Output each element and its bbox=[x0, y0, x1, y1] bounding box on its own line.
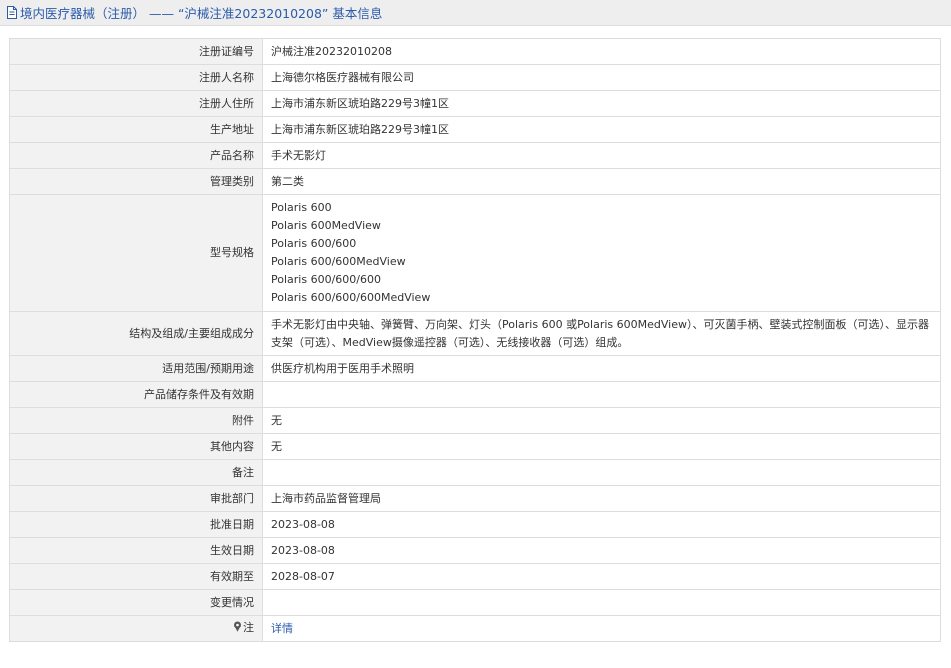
row-label: 型号规格 bbox=[9, 194, 263, 312]
table-row: 生效日期 2023-08-08 bbox=[9, 537, 941, 564]
table-row: 产品储存条件及有效期 bbox=[9, 381, 941, 408]
table-row: 注册证编号 沪械注准20232010208 bbox=[9, 38, 941, 65]
row-value: 2023-08-08 bbox=[262, 537, 941, 564]
row-value: 详情 bbox=[262, 615, 941, 642]
note-label: 注 bbox=[9, 615, 263, 642]
row-label: 注册人住所 bbox=[9, 90, 263, 117]
row-label: 管理类别 bbox=[9, 168, 263, 195]
row-value: 上海市浦东新区琥珀路229号3幢1区 bbox=[262, 90, 941, 117]
row-label: 附件 bbox=[9, 407, 263, 434]
row-value: 第二类 bbox=[262, 168, 941, 195]
model-item: Polaris 600MedView bbox=[271, 219, 381, 232]
page-title-bar: 境内医疗器械（注册） —— “沪械注准20232010208” 基本信息 bbox=[0, 0, 951, 26]
model-item: Polaris 600/600/600 bbox=[271, 273, 381, 286]
note-label-text: 注 bbox=[243, 621, 254, 634]
table-row: 附件 无 bbox=[9, 407, 941, 434]
row-value: 手术无影灯由中央轴、弹簧臂、万向架、灯头（Polaris 600 或Polari… bbox=[262, 311, 941, 356]
row-label: 批准日期 bbox=[9, 511, 263, 538]
row-value: 无 bbox=[262, 433, 941, 460]
pin-icon bbox=[233, 620, 242, 638]
row-value: 上海市药品监督管理局 bbox=[262, 485, 941, 512]
model-list: Polaris 600 Polaris 600MedView Polaris 6… bbox=[262, 194, 941, 312]
row-value bbox=[262, 459, 941, 486]
row-value: 上海市浦东新区琥珀路229号3幢1区 bbox=[262, 116, 941, 143]
row-label: 生产地址 bbox=[9, 116, 263, 143]
info-table: 注册证编号 沪械注准20232010208 注册人名称 上海德尔格医疗器械有限公… bbox=[9, 38, 941, 642]
table-row: 批准日期 2023-08-08 bbox=[9, 511, 941, 538]
table-row: 适用范围/预期用途 供医疗机构用于医用手术照明 bbox=[9, 355, 941, 382]
row-value: 2028-08-07 bbox=[262, 563, 941, 590]
row-label: 结构及组成/主要组成成分 bbox=[9, 311, 263, 356]
table-row: 型号规格 Polaris 600 Polaris 600MedView Pola… bbox=[9, 194, 941, 312]
table-row: 生产地址 上海市浦东新区琥珀路229号3幢1区 bbox=[9, 116, 941, 143]
row-value: 无 bbox=[262, 407, 941, 434]
details-link[interactable]: 详情 bbox=[271, 622, 293, 635]
table-row: 其他内容 无 bbox=[9, 433, 941, 460]
row-label: 产品名称 bbox=[9, 142, 263, 169]
row-label: 变更情况 bbox=[9, 589, 263, 616]
model-item: Polaris 600 bbox=[271, 201, 332, 214]
table-row: 变更情况 bbox=[9, 589, 941, 616]
row-value bbox=[262, 589, 941, 616]
row-label: 审批部门 bbox=[9, 485, 263, 512]
table-row: 结构及组成/主要组成成分 手术无影灯由中央轴、弹簧臂、万向架、灯头（Polari… bbox=[9, 311, 941, 356]
table-row: 备注 bbox=[9, 459, 941, 486]
row-label: 产品储存条件及有效期 bbox=[9, 381, 263, 408]
row-value: 手术无影灯 bbox=[262, 142, 941, 169]
document-icon bbox=[6, 6, 18, 19]
table-row: 产品名称 手术无影灯 bbox=[9, 142, 941, 169]
row-label: 生效日期 bbox=[9, 537, 263, 564]
table-row: 注册人住所 上海市浦东新区琥珀路229号3幢1区 bbox=[9, 90, 941, 117]
row-value bbox=[262, 381, 941, 408]
table-row: 有效期至 2028-08-07 bbox=[9, 563, 941, 590]
row-label: 注册人名称 bbox=[9, 64, 263, 91]
model-item: Polaris 600/600MedView bbox=[271, 255, 406, 268]
page-title: 境内医疗器械（注册） —— “沪械注准20232010208” 基本信息 bbox=[20, 6, 383, 21]
row-value: 上海德尔格医疗器械有限公司 bbox=[262, 64, 941, 91]
table-row: 注册人名称 上海德尔格医疗器械有限公司 bbox=[9, 64, 941, 91]
table-row: 审批部门 上海市药品监督管理局 bbox=[9, 485, 941, 512]
row-label: 注册证编号 bbox=[9, 38, 263, 65]
row-value: 沪械注准20232010208 bbox=[262, 38, 941, 65]
model-item: Polaris 600/600 bbox=[271, 237, 357, 250]
row-value: 2023-08-08 bbox=[262, 511, 941, 538]
row-label: 其他内容 bbox=[9, 433, 263, 460]
row-label: 适用范围/预期用途 bbox=[9, 355, 263, 382]
table-row: 管理类别 第二类 bbox=[9, 168, 941, 195]
table-row: 注 详情 bbox=[9, 615, 941, 642]
model-item: Polaris 600/600/600MedView bbox=[271, 291, 431, 304]
row-value: 供医疗机构用于医用手术照明 bbox=[262, 355, 941, 382]
row-label: 备注 bbox=[9, 459, 263, 486]
row-label: 有效期至 bbox=[9, 563, 263, 590]
